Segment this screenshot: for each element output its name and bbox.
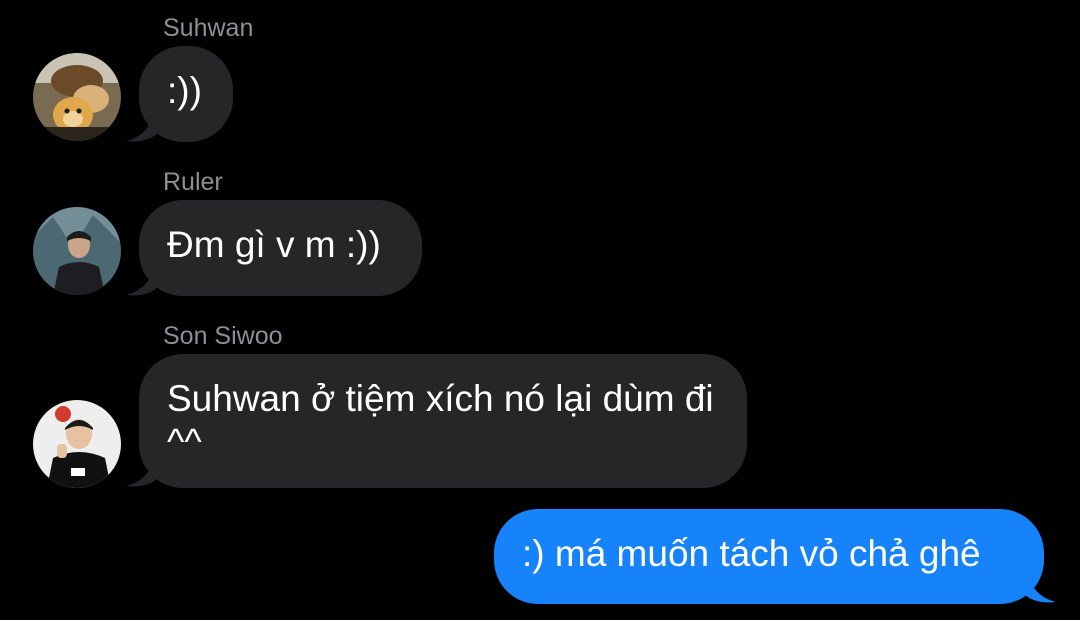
message-text: :)): [167, 70, 202, 111]
suhwan-avatar[interactable]: [33, 53, 121, 141]
sender-name: Suhwan: [163, 14, 254, 42]
son-siwoo-avatar[interactable]: [33, 400, 121, 488]
sender-name: Son Siwoo: [163, 322, 283, 350]
ruler-avatar[interactable]: [33, 207, 121, 295]
message-bubble-sent[interactable]: :) má muốn tách vỏ chả ghê: [494, 509, 1044, 604]
message-bubble[interactable]: Suhwan ở tiệm xích nó lại dùm đi ^^: [139, 354, 747, 488]
message-text: :) má muốn tách vỏ chả ghê: [522, 533, 981, 574]
message-text: Đm gì v m :)): [167, 224, 381, 265]
message-bubble[interactable]: Đm gì v m :)): [139, 200, 422, 296]
sender-name: Ruler: [163, 168, 223, 196]
message-text: Suhwan ở tiệm xích nó lại dùm đi ^^: [167, 378, 714, 462]
message-bubble[interactable]: :)): [139, 46, 233, 142]
